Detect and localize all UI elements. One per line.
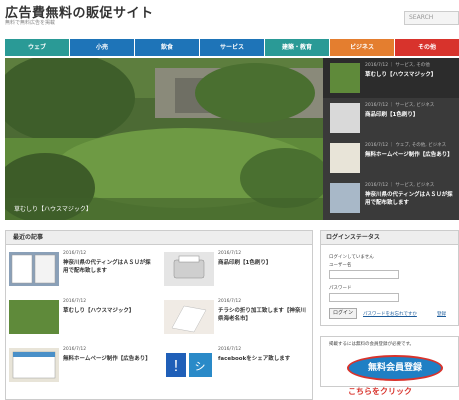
post-title[interactable]: 神奈川県の代ティングはＡＳＵが採用で配布致します bbox=[63, 259, 155, 275]
slider-thumb bbox=[330, 63, 360, 93]
post-item[interactable]: 2016/7/12 商品印刷【1色刷り】 bbox=[161, 246, 311, 291]
post-title[interactable]: 草むしり【ハウスマジック】 bbox=[63, 307, 155, 315]
slide-image[interactable]: 草むしり【ハウスマジック】 bbox=[5, 58, 323, 220]
post-title[interactable]: facebookをシェア致します bbox=[218, 355, 310, 363]
post-date: 2016/7/12 bbox=[63, 251, 87, 256]
webpage-icon bbox=[12, 351, 56, 379]
slider-meta: 2016/7/12 ｜ サービス, その他 bbox=[365, 63, 430, 68]
forgot-password-link[interactable]: パスワードをお忘れですか bbox=[363, 311, 417, 317]
slider-meta: 2016/7/12 ｜ ウェブ, その他, ビジネス bbox=[365, 143, 447, 148]
login-widget: ログインステータス ログインしていません ユーザー名 パスワード ログイン パス… bbox=[320, 230, 459, 326]
post-item[interactable]: ! シ 2016/7/12 facebookをシェア致します bbox=[161, 342, 311, 387]
post-item[interactable]: 2016/7/12 神奈川県の代ティングはＡＳＵが採用で配布致します bbox=[6, 246, 156, 291]
login-heading: ログインステータス bbox=[321, 231, 458, 245]
nav-item-web[interactable]: ウェブ bbox=[5, 39, 69, 56]
post-date: 2016/7/12 bbox=[218, 299, 242, 304]
slider-title[interactable]: 無料ホームページ制作【広告あり】 bbox=[365, 151, 457, 159]
promo-text: 掲載するには無料の会員登録が必要です。 bbox=[329, 342, 415, 347]
recent-posts-heading: 最近の記事 bbox=[6, 231, 312, 245]
slider-meta: 2016/7/12 ｜ サービス, ビジネス bbox=[365, 183, 435, 188]
slider-item[interactable]: 2016/7/12 ｜ サービス, その他 草むしり【ハウスマジック】 bbox=[323, 58, 459, 98]
nav-item-other[interactable]: その他 bbox=[395, 39, 459, 56]
nav-item-service[interactable]: サービス bbox=[200, 39, 264, 56]
recent-posts: 最近の記事 2016/7/12 神奈川県の代ティングはＡＳＵが採用で配布致します… bbox=[5, 230, 313, 400]
post-item[interactable]: 2016/7/12 草むしり【ハウスマジック】 bbox=[6, 294, 156, 339]
post-thumb[interactable]: ! シ bbox=[164, 348, 214, 382]
slider-title[interactable]: 商品印刷【1色刷り】 bbox=[365, 111, 457, 119]
post-thumb[interactable] bbox=[164, 252, 214, 286]
password-field[interactable] bbox=[329, 293, 399, 302]
printer-icon bbox=[173, 255, 205, 279]
slider-item[interactable]: 2016/7/12 ｜ ウェブ, その他, ビジネス 無料ホームページ制作【広告… bbox=[323, 138, 459, 178]
facebook-share-icon: ! シ bbox=[166, 353, 212, 377]
post-title[interactable]: チラシの折り加工致します【神奈川県海老名市】 bbox=[218, 307, 310, 323]
slider-thumb bbox=[330, 183, 360, 213]
username-field[interactable] bbox=[329, 270, 399, 279]
post-title[interactable]: 無料ホームページ制作【広告あり】 bbox=[63, 355, 155, 363]
post-title[interactable]: 商品印刷【1色刷り】 bbox=[218, 259, 310, 267]
post-item[interactable]: 2016/7/12 チラシの折り加工致します【神奈川県海老名市】 bbox=[161, 294, 311, 339]
login-status: ログインしていません bbox=[329, 255, 374, 260]
svg-text:!: ! bbox=[174, 358, 178, 375]
slider-title[interactable]: 草むしり【ハウスマジック】 bbox=[365, 71, 457, 79]
nav-item-retail[interactable]: 小売 bbox=[70, 39, 134, 56]
slider-sidebar: 2016/7/12 ｜ サービス, その他 草むしり【ハウスマジック】 2016… bbox=[323, 58, 459, 220]
slider-item[interactable]: 2016/7/12 ｜ サービス, ビジネス 神奈川県の代ティングはＡＳＵが採用… bbox=[323, 178, 459, 218]
register-promo: 掲載するには無料の会員登録が必要です。 無料会員登録 bbox=[320, 336, 459, 387]
folded-paper-icon bbox=[171, 305, 207, 333]
register-link[interactable]: 登録 bbox=[437, 311, 446, 317]
slider-meta: 2016/7/12 ｜ サービス, ビジネス bbox=[365, 103, 435, 108]
search-input[interactable]: SEARCH bbox=[404, 11, 459, 25]
password-label: パスワード bbox=[329, 286, 352, 291]
featured-slider[interactable]: 草むしり【ハウスマジック】 2016/7/12 ｜ サービス, その他 草むしり… bbox=[5, 58, 459, 220]
post-date: 2016/7/12 bbox=[63, 347, 87, 352]
flyer-image-icon bbox=[11, 254, 56, 284]
nav-item-construction[interactable]: 建築・教育 bbox=[265, 39, 329, 56]
slide-caption[interactable]: 草むしり【ハウスマジック】 bbox=[14, 204, 92, 213]
post-thumb[interactable] bbox=[9, 348, 59, 382]
slider-thumb bbox=[330, 103, 360, 133]
post-date: 2016/7/12 bbox=[218, 251, 242, 256]
free-register-button[interactable]: 無料会員登録 bbox=[347, 355, 443, 381]
slider-title[interactable]: 神奈川県の代ティングはＡＳＵが採用で配布致します bbox=[365, 191, 457, 207]
post-thumb[interactable] bbox=[9, 300, 59, 334]
post-thumb[interactable] bbox=[164, 300, 214, 334]
slider-thumb bbox=[330, 143, 360, 173]
garden-photo bbox=[5, 58, 323, 220]
post-date: 2016/7/12 bbox=[218, 347, 242, 352]
login-button[interactable]: ログイン bbox=[329, 308, 357, 319]
svg-text:シ: シ bbox=[195, 361, 206, 373]
click-here-label: こちらをクリック bbox=[348, 387, 412, 396]
username-label: ユーザー名 bbox=[329, 263, 352, 268]
nav-item-food[interactable]: 飲食 bbox=[135, 39, 199, 56]
post-thumb[interactable] bbox=[9, 252, 59, 286]
post-item[interactable]: 2016/7/12 無料ホームページ制作【広告あり】 bbox=[6, 342, 156, 387]
slider-item[interactable]: 2016/7/12 ｜ サービス, ビジネス 商品印刷【1色刷り】 bbox=[323, 98, 459, 138]
nav-item-business[interactable]: ビジネス bbox=[330, 39, 394, 56]
site-subtitle: 無料で無料広告を掲載 bbox=[5, 20, 56, 26]
post-date: 2016/7/12 bbox=[63, 299, 87, 304]
main-nav: ウェブ 小売 飲食 サービス 建築・教育 ビジネス その他 bbox=[5, 39, 459, 56]
